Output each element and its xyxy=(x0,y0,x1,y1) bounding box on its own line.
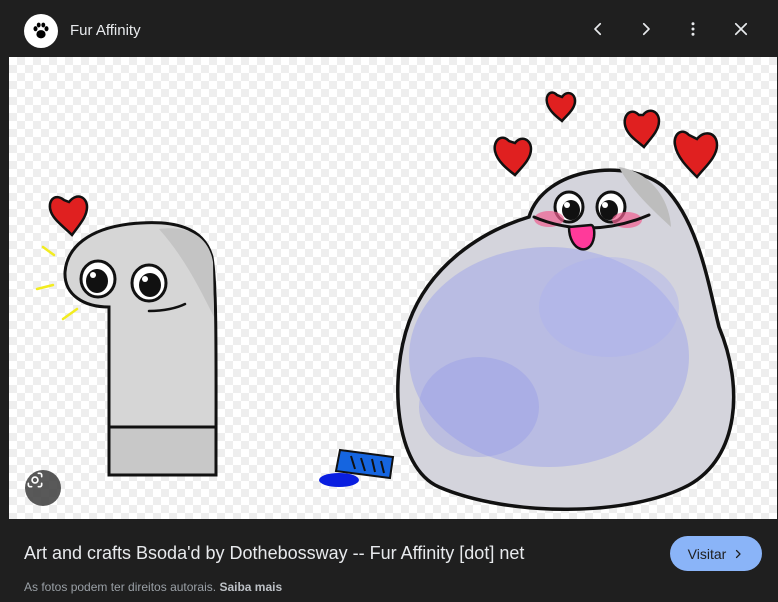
site-logo[interactable] xyxy=(24,14,58,48)
left-character xyxy=(35,195,218,477)
copyright-text: As fotos podem ter direitos autorais. xyxy=(24,580,217,594)
visit-button[interactable]: Visitar xyxy=(670,536,762,571)
image-title[interactable]: Art and crafts Bsoda'd by Dothebossway -… xyxy=(24,543,524,564)
learn-more-link[interactable]: Saiba mais xyxy=(219,580,282,594)
close-button[interactable] xyxy=(729,17,753,41)
viewer-header: Fur Affinity xyxy=(0,0,778,57)
chevron-right-icon xyxy=(642,22,650,36)
next-button[interactable] xyxy=(634,17,658,41)
copyright-notice: As fotos podem ter direitos autorais. Sa… xyxy=(24,580,282,594)
close-icon xyxy=(734,22,748,36)
preview-image[interactable] xyxy=(9,57,777,519)
google-lens-button[interactable] xyxy=(25,470,61,506)
paw-icon xyxy=(33,22,49,39)
more-vert-icon xyxy=(691,22,695,36)
right-character xyxy=(396,91,736,511)
visit-button-label: Visitar xyxy=(687,545,727,562)
soda-can xyxy=(319,448,395,487)
site-name[interactable]: Fur Affinity xyxy=(70,22,141,39)
chevron-left-icon xyxy=(594,22,602,36)
chevron-right-icon xyxy=(736,549,741,558)
previous-button[interactable] xyxy=(586,17,610,41)
lens-icon xyxy=(27,472,43,488)
more-options-button[interactable] xyxy=(681,17,705,41)
artwork-illustration xyxy=(35,91,736,511)
